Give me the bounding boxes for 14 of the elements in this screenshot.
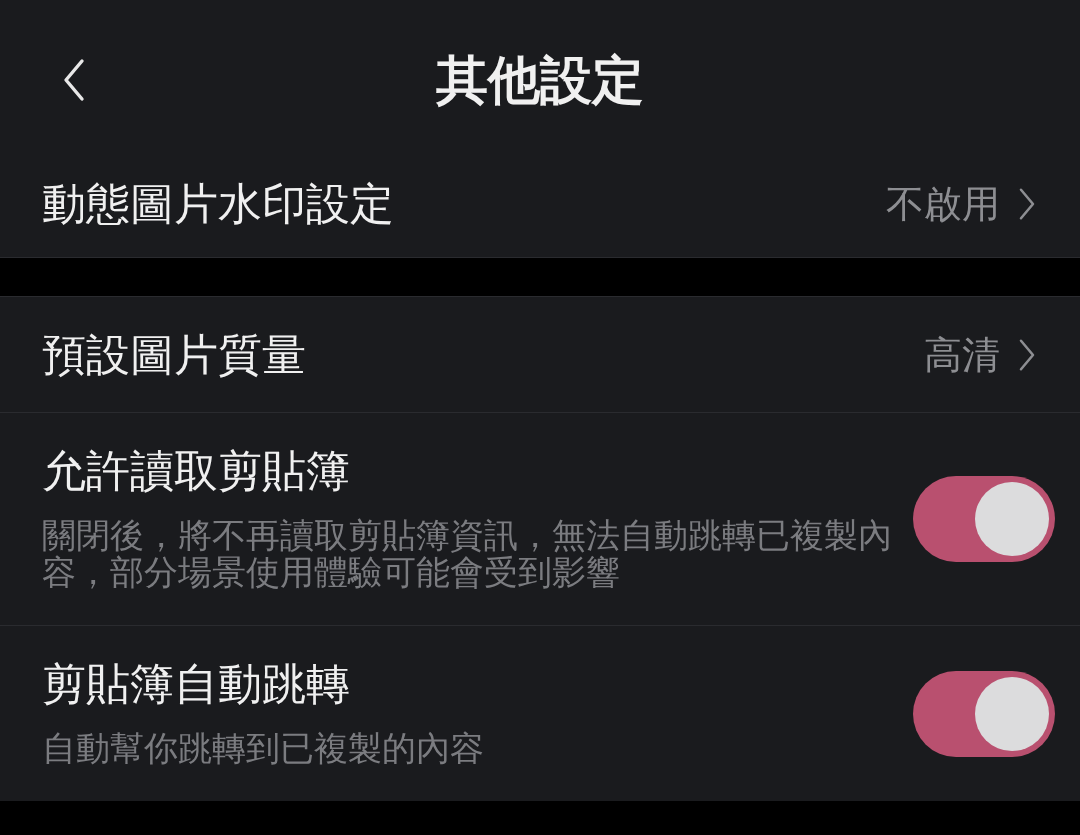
setting-label: 預設圖片質量	[42, 328, 306, 381]
setting-label: 允許讀取剪貼簿	[42, 447, 351, 495]
page-title: 其他設定	[436, 50, 644, 110]
settings-row[interactable]: 動態圖片水印設定 不啟用	[0, 150, 1080, 257]
chevron-right-icon	[1018, 337, 1036, 372]
setting-label: 動態圖片水印設定	[42, 177, 394, 230]
back-icon	[62, 58, 86, 102]
setting-label: 剪貼簿自動跳轉	[42, 660, 351, 708]
chevron-right-icon	[1018, 186, 1036, 221]
settings-row[interactable]: 預設圖片質量 高清	[0, 297, 1080, 413]
setting-description: 關閉後，將不再讀取剪貼簿資訊，無法自動跳轉已複製內容，部分場景使用體驗可能會受到影響	[42, 517, 893, 591]
setting-description: 自動幫你跳轉到已複製的內容	[42, 730, 485, 767]
setting-value: 不啟用	[886, 180, 1000, 227]
setting-value: 高清	[924, 331, 1000, 378]
